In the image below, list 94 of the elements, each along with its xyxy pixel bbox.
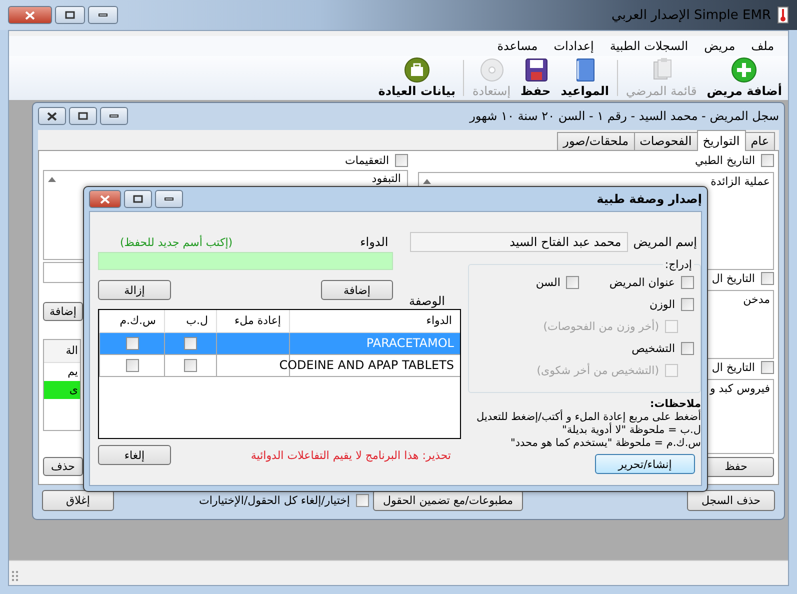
toolbar-button[interactable]: المواعيد xyxy=(558,56,612,100)
table-row[interactable]: CODEINE AND APAP TABLETS xyxy=(99,355,460,377)
menu-item[interactable]: السجلات الطبية xyxy=(610,39,688,53)
close-button[interactable]: إغلاق xyxy=(42,490,114,511)
column-header[interactable]: الة xyxy=(44,340,80,363)
close-button[interactable] xyxy=(89,190,121,208)
checkbox-label: التاريخ ال xyxy=(712,361,755,374)
menu-item[interactable]: مساعدة xyxy=(497,39,538,53)
column-header[interactable]: إعادة ملء xyxy=(216,310,289,332)
group-title: إدراج: xyxy=(664,258,693,271)
text-area-text: فيروس كبد و xyxy=(710,382,770,395)
note-text: ل.ب = ملحوظة "لا أدوية بديلة" xyxy=(561,424,701,437)
scroll-up-icon xyxy=(48,176,56,182)
close-button[interactable] xyxy=(8,6,52,24)
create-button[interactable]: إنشاء/تحرير xyxy=(595,454,695,474)
input-field[interactable]: محمد عبد الفتاح السيد xyxy=(410,232,628,252)
column-header[interactable]: الدواء xyxy=(289,310,460,332)
checkbox-label: عنوان المريض xyxy=(609,276,675,288)
text-area-text: عملية الزائدة xyxy=(710,174,770,188)
maximize-icon xyxy=(133,195,143,203)
toolbar-button[interactable]: أضافة مريض xyxy=(704,56,784,100)
menu-item[interactable]: إعدادات xyxy=(554,39,594,53)
checkbox-label: التعقيمات xyxy=(345,154,389,168)
maximize-button[interactable] xyxy=(55,6,85,24)
checkbox[interactable] xyxy=(681,276,694,288)
scroll-up-icon xyxy=(423,178,431,184)
table-cell-text: يم xyxy=(66,364,79,380)
disc-icon xyxy=(478,56,506,84)
text-area-text: التبفود xyxy=(372,172,401,185)
remove-button[interactable]: إزالة xyxy=(98,280,171,300)
checkbox[interactable] xyxy=(184,359,197,372)
tab[interactable]: الفحوصات xyxy=(634,132,698,150)
toolbar-button[interactable]: بيانات العيادة xyxy=(376,56,458,100)
table-cell: ى xyxy=(44,380,80,399)
menu-item[interactable]: مريض xyxy=(704,39,736,53)
checkbox[interactable] xyxy=(395,154,408,168)
tab[interactable]: ملحقات/صور xyxy=(557,132,635,150)
tab[interactable]: عام xyxy=(744,132,775,150)
checkbox[interactable] xyxy=(761,154,774,168)
close-icon xyxy=(47,112,57,121)
checkbox[interactable] xyxy=(356,494,369,507)
text-area-text: مدخن xyxy=(743,292,770,306)
note-text: س.ك.م = ملحوظة "يستخدم كما هو محدد" xyxy=(510,437,701,450)
window-title: إصدار وصفة طبية xyxy=(596,192,702,206)
checkbox[interactable] xyxy=(681,298,694,310)
maximize-button[interactable] xyxy=(69,107,97,126)
window-title: Simple EMR الإصدار العربي xyxy=(612,8,771,22)
hint-text: (إكتب أسم جديد للحفظ) xyxy=(120,236,233,248)
maximize-button[interactable] xyxy=(124,190,152,208)
maximize-icon xyxy=(78,112,88,120)
delete-button[interactable]: حذف xyxy=(43,456,83,476)
checkbox-label: (أخر وزن من الفحوصات) xyxy=(543,320,659,332)
window-title: سجل المريض - محمد السيد - رقم ١ - السن ٢٠ سنة ١٠ شهور xyxy=(470,109,779,124)
checkbox-label: السن xyxy=(536,276,560,288)
input-field[interactable] xyxy=(98,252,393,270)
field-label: إسم المريض xyxy=(633,235,698,249)
notes-title: ملاحظات: xyxy=(649,398,701,410)
delete-record-button[interactable]: حذف السجل xyxy=(687,490,775,511)
add-button[interactable]: إضافة xyxy=(43,302,83,321)
close-button[interactable] xyxy=(38,107,66,126)
checkbox[interactable] xyxy=(761,361,774,374)
menu-item[interactable]: ملف xyxy=(751,39,774,53)
checkbox[interactable] xyxy=(681,342,694,354)
note-text: أضغط على مربع إعادة الملء و أكتب/إضغط للتعديل xyxy=(476,411,701,423)
cancel-button[interactable]: إلغاء xyxy=(98,445,171,465)
field-label: الدواء xyxy=(360,235,388,249)
field-label: الوصفة xyxy=(408,294,446,308)
column-header[interactable]: س.ك.م xyxy=(99,310,164,332)
minimize-icon xyxy=(98,13,108,17)
minimize-button[interactable] xyxy=(88,6,118,24)
minimize-button[interactable] xyxy=(100,107,128,126)
minimize-icon xyxy=(109,114,119,118)
checkbox-label: التشخيص xyxy=(632,342,675,354)
toolbar-button[interactable]: حفظ xyxy=(518,56,553,100)
maximize-icon xyxy=(65,11,75,19)
minimize-icon xyxy=(164,197,174,201)
tab[interactable]: التواريخ xyxy=(696,130,746,151)
checkbox[interactable] xyxy=(126,337,138,350)
checkbox[interactable] xyxy=(566,276,580,288)
warning-text: تحذير: هذا البرنامج لا يقيم التفاعلات الدوائية xyxy=(250,448,452,462)
add-button[interactable]: إضافة xyxy=(321,280,393,300)
checkbox-label: التاريخ ال xyxy=(712,272,755,286)
close-icon xyxy=(25,10,35,20)
column-header[interactable]: ل.ب xyxy=(164,310,216,332)
thermometer-icon xyxy=(777,6,789,24)
minimize-button[interactable] xyxy=(155,190,183,208)
checkbox[interactable] xyxy=(761,272,774,286)
checkbox-label: التاريخ الطبي xyxy=(695,154,755,168)
close-icon xyxy=(100,194,110,204)
checkbox[interactable] xyxy=(184,337,197,350)
checkbox-label: إختيار/إلغاء كل الحقول/الإختيارات xyxy=(199,494,350,507)
checkbox-label: (التشخيص من أخر شكوى) xyxy=(536,364,659,376)
checkbox-label: الوزن xyxy=(650,298,675,310)
checkbox[interactable] xyxy=(126,359,138,372)
